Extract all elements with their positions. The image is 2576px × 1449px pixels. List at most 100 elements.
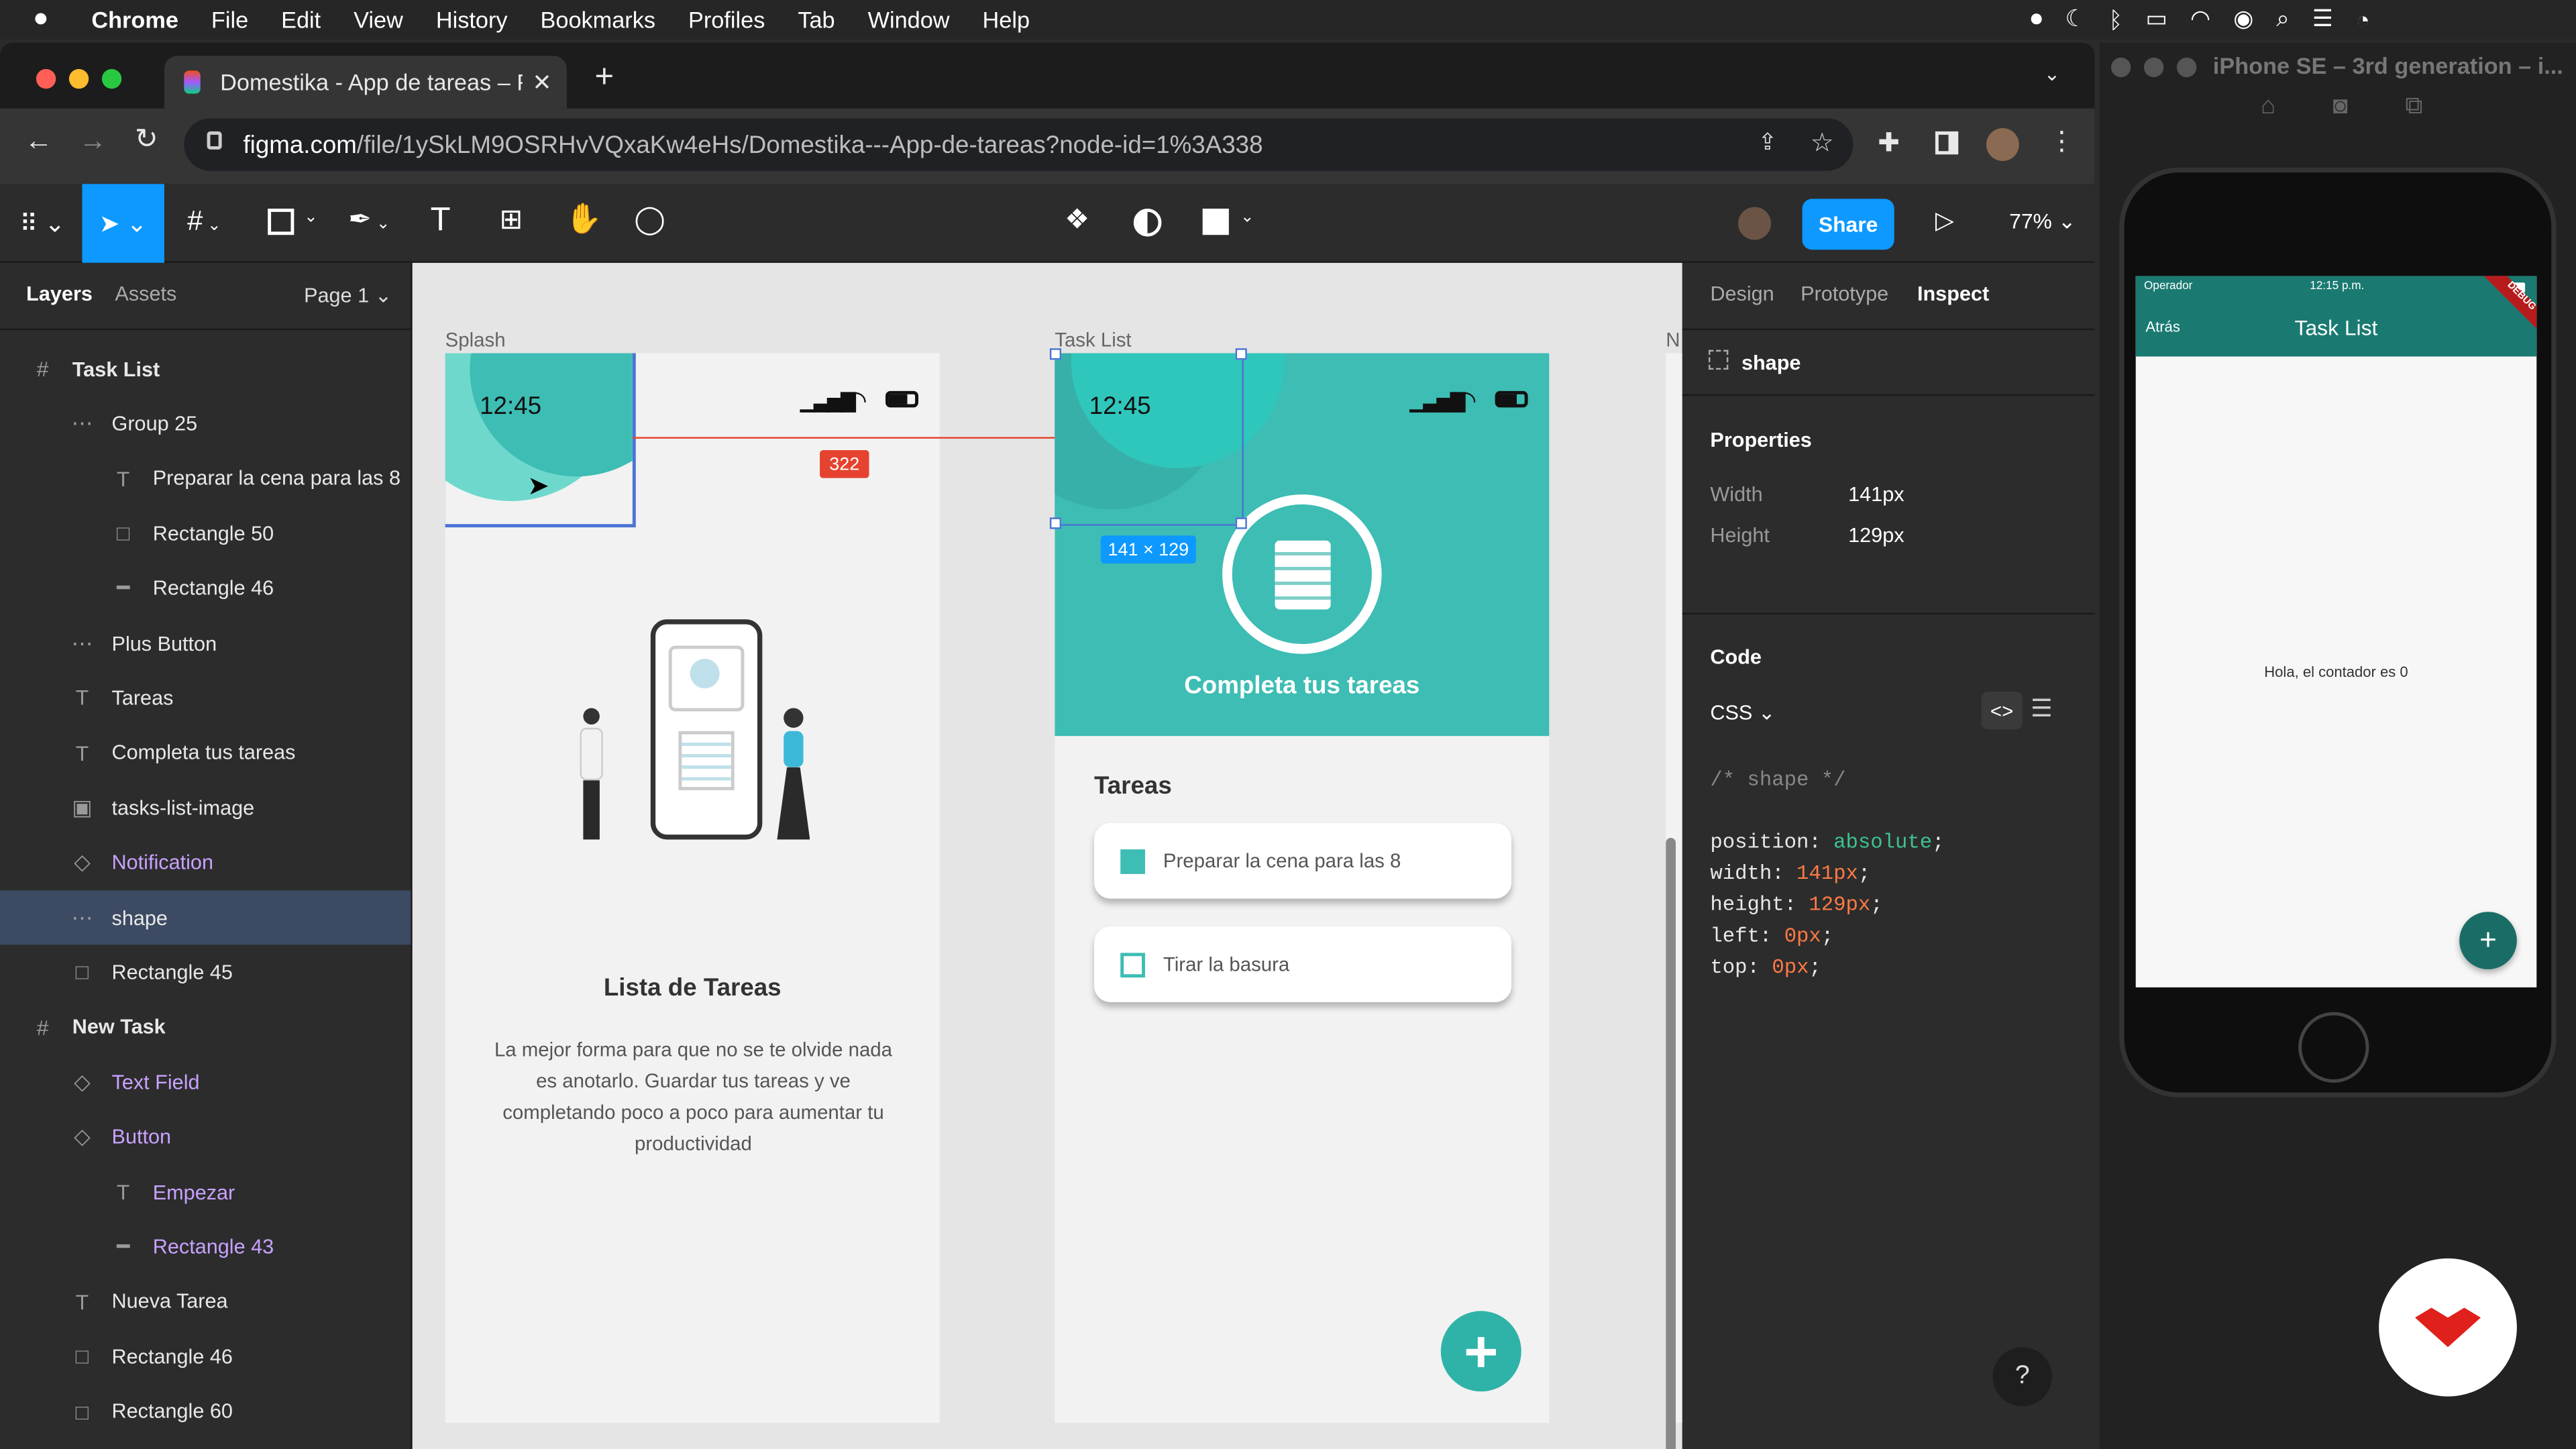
pen-tool-icon[interactable]: ✒ ⌄: [348, 204, 390, 237]
layer-row[interactable]: □ Rectangle 50: [0, 506, 411, 561]
sim-home-icon[interactable]: ⌂: [2261, 92, 2275, 120]
move-tool-button[interactable]: ➤ ⌄: [82, 184, 164, 263]
unchecked-checkbox-icon[interactable]: [1120, 952, 1145, 977]
menu-view[interactable]: View: [354, 7, 403, 33]
sim-minimize-button[interactable]: [2143, 57, 2164, 78]
minimize-window-button[interactable]: [68, 68, 89, 89]
menu-bookmarks[interactable]: Bookmarks: [541, 7, 656, 33]
frame-label-next[interactable]: N: [1666, 329, 1680, 352]
menu-app-name[interactable]: Chrome: [91, 7, 178, 33]
home-button[interactable]: [2298, 1012, 2369, 1083]
record-icon[interactable]: ⏺: [2031, 5, 2042, 33]
bookmark-star-icon[interactable]: ☆: [1811, 127, 1834, 160]
layer-row[interactable]: ━ Rectangle 43: [0, 1220, 411, 1274]
apple-icon[interactable]: ●: [33, 5, 49, 34]
tab-assets[interactable]: Assets: [115, 282, 176, 305]
code-language-dropdown[interactable]: CSS ⌄: [1710, 700, 1775, 724]
menu-profiles[interactable]: Profiles: [688, 7, 765, 33]
zoom-dropdown[interactable]: 77% ⌄: [2009, 209, 2076, 235]
selection-handle[interactable]: [1049, 517, 1062, 529]
sim-rotate-icon[interactable]: ⧉: [2405, 92, 2422, 120]
profile-avatar[interactable]: [1986, 128, 2019, 162]
new-tab-icon[interactable]: +: [595, 59, 614, 97]
list-view-icon[interactable]: ☰: [2031, 693, 2053, 723]
mask-icon[interactable]: [1133, 209, 1162, 237]
forward-arrow-icon[interactable]: →: [79, 125, 107, 158]
share-button[interactable]: Share: [1802, 199, 1894, 250]
clock-icon[interactable]: ◔: [2356, 6, 2370, 32]
task-card-2[interactable]: Tirar la basura: [1094, 926, 1512, 1002]
selection-handle[interactable]: [1235, 348, 1247, 360]
back-arrow-icon[interactable]: ←: [25, 125, 53, 158]
css-code-block[interactable]: /* shape */ position: absolute; width: 14…: [1710, 765, 2072, 984]
plus-button[interactable]: +: [1440, 1311, 1521, 1392]
frame-label-tasklist[interactable]: Task List: [1055, 329, 1131, 352]
layer-row[interactable]: T Completa tus tareas: [0, 726, 411, 780]
close-window-button[interactable]: [36, 68, 56, 89]
figma-canvas[interactable]: Splash Task List N 12:45 ▁▃▅▇ ◠ Lista de…: [412, 262, 1682, 1449]
layer-row[interactable]: T Empezar: [0, 1165, 411, 1219]
user-icon[interactable]: ◉: [2233, 5, 2253, 33]
control-center-icon[interactable]: ☰: [2312, 5, 2333, 33]
user-avatar[interactable]: [1735, 203, 1774, 244]
layer-row[interactable]: # New Task: [0, 1000, 411, 1055]
side-panel-icon[interactable]: [1935, 131, 1959, 155]
figma-main-menu-icon[interactable]: ⠿ ⌄: [19, 209, 65, 238]
height-value[interactable]: 129px: [1848, 524, 1904, 547]
layer-row[interactable]: ◇ Button: [0, 1110, 411, 1165]
tab-layers[interactable]: Layers: [26, 282, 93, 305]
selected-shape-outline[interactable]: [1055, 353, 1244, 526]
browser-tab[interactable]: Domestika - App de tareas – Fi ✕: [164, 56, 567, 109]
shape-tool-icon[interactable]: [268, 209, 294, 235]
layer-row[interactable]: □ Rectangle 46: [0, 1330, 411, 1384]
layer-row[interactable]: □ Rectangle 45: [0, 945, 411, 1000]
tab-design[interactable]: Design: [1710, 282, 1774, 305]
layer-row[interactable]: ⋯ Group 25: [0, 396, 411, 451]
text-tool-icon[interactable]: T: [431, 202, 451, 239]
tab-inspect[interactable]: Inspect: [1917, 282, 1989, 305]
wifi-icon[interactable]: ◠: [2190, 5, 2210, 33]
reload-icon[interactable]: ↻: [135, 123, 158, 156]
battery-icon[interactable]: ▭: [2145, 5, 2167, 33]
selection-handle[interactable]: [1049, 348, 1062, 360]
tab-search-icon[interactable]: ⌄: [2044, 62, 2061, 85]
shape-tool-dropdown-icon[interactable]: ⌄: [304, 209, 318, 227]
extensions-icon[interactable]: ✚: [1878, 127, 1900, 160]
frame-label-splash[interactable]: Splash: [445, 329, 506, 352]
share-page-icon[interactable]: ⇪: [1758, 128, 1777, 156]
chrome-menu-icon[interactable]: ⋮: [2049, 125, 2075, 158]
menu-edit[interactable]: Edit: [281, 7, 321, 33]
selection-handle[interactable]: [1235, 517, 1247, 529]
code-view-icon[interactable]: <>: [1981, 692, 2023, 730]
hand-tool-icon[interactable]: ✋: [565, 202, 602, 236]
vertical-scrollbar[interactable]: [1666, 837, 1676, 1449]
layer-row[interactable]: ⋯ shape: [0, 890, 411, 945]
help-button[interactable]: ?: [1992, 1347, 2052, 1407]
zoom-window-button[interactable]: [101, 68, 122, 89]
checked-checkbox-icon[interactable]: [1120, 848, 1145, 873]
boolean-icon[interactable]: [1202, 209, 1229, 235]
menu-help[interactable]: Help: [983, 7, 1030, 33]
layer-row[interactable]: ▣ tasks-list-image: [0, 781, 411, 835]
resources-icon[interactable]: ⊞: [499, 204, 523, 237]
url-field[interactable]: figma.com/file/1ySkLM9OSRHvVQxaKw4eHs/Do…: [184, 118, 1854, 171]
sim-zoom-button[interactable]: [2176, 57, 2197, 78]
fab-add-button[interactable]: +: [2459, 912, 2517, 969]
sim-screenshot-icon[interactable]: ◙: [2333, 92, 2348, 120]
layer-row[interactable]: ━ Rectangle 46: [0, 561, 411, 616]
page-selector[interactable]: Page 1 ⌄: [304, 282, 392, 307]
comment-tool-icon[interactable]: ◯: [634, 204, 665, 237]
layer-row[interactable]: ◇ Text Field: [0, 1055, 411, 1110]
layer-row[interactable]: □ Rectangle 60: [0, 1385, 411, 1439]
menu-file[interactable]: File: [211, 7, 248, 33]
frame-tool-icon[interactable]: # ⌄: [187, 205, 221, 238]
layer-row[interactable]: T Nueva Tarea: [0, 1275, 411, 1329]
layer-row[interactable]: T Preparar la cena para las 8: [0, 451, 411, 506]
width-value[interactable]: 141px: [1848, 483, 1904, 506]
splash-frame[interactable]: 12:45 ▁▃▅▇ ◠ Lista de Tareas La mejor fo…: [445, 353, 940, 1423]
present-play-icon[interactable]: ▷: [1935, 205, 1954, 235]
tasklist-frame[interactable]: 12:45 ▁▃▅▇ ◠ Completa tus tareas Tareas …: [1055, 353, 1550, 1423]
layer-row[interactable]: T Tareas: [0, 671, 411, 725]
moon-icon[interactable]: ☾: [2065, 5, 2086, 33]
menu-tab[interactable]: Tab: [798, 7, 835, 33]
